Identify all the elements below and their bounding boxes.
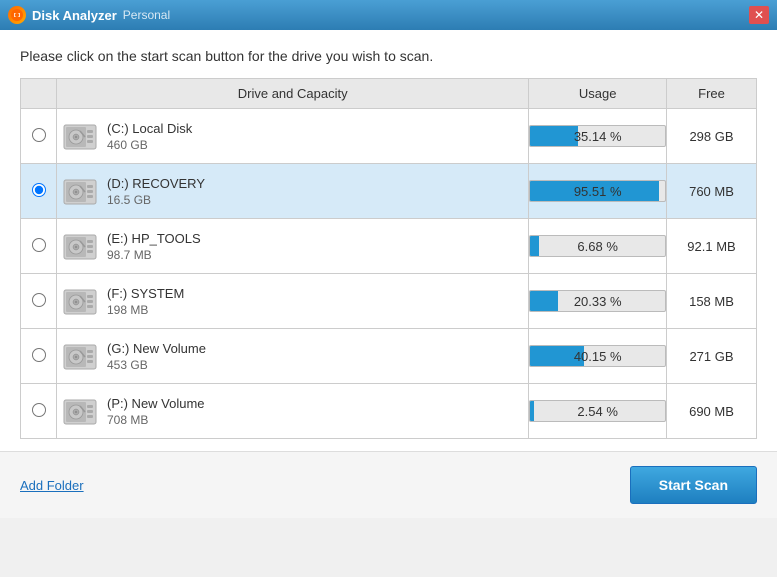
drive-size-d: 16.5 GB [107, 193, 205, 207]
app-icon [8, 6, 26, 24]
drive-name-g: (G:) New Volume [107, 341, 206, 356]
drive-size-c: 460 GB [107, 138, 192, 152]
drive-radio-g[interactable] [32, 348, 46, 362]
free-space-p: 690 MB [667, 384, 757, 439]
drive-icon-g [61, 337, 99, 375]
table-row[interactable]: (C:) Local Disk 460 GB 35.14 %298 GB [21, 109, 757, 164]
usage-label-d: 95.51 % [530, 181, 665, 202]
drive-name-c: (C:) Local Disk [107, 121, 192, 136]
usage-label-g: 40.15 % [530, 346, 665, 367]
drive-icon-p [61, 392, 99, 430]
drive-icon-d [61, 172, 99, 210]
drive-radio-f[interactable] [32, 293, 46, 307]
drive-name-d: (D:) RECOVERY [107, 176, 205, 191]
free-space-c: 298 GB [667, 109, 757, 164]
usage-cell-d: 95.51 % [529, 164, 667, 219]
drive-name-e: (E:) HP_TOOLS [107, 231, 201, 246]
footer: Add Folder Start Scan [0, 451, 777, 518]
drive-name-p: (P:) New Volume [107, 396, 205, 411]
instruction-text: Please click on the start scan button fo… [20, 48, 757, 64]
usage-label-c: 35.14 % [530, 126, 665, 147]
usage-label-p: 2.54 % [530, 401, 665, 422]
main-content: Please click on the start scan button fo… [0, 30, 777, 451]
drive-size-e: 98.7 MB [107, 248, 201, 262]
table-row[interactable]: (F:) SYSTEM 198 MB 20.33 %158 MB [21, 274, 757, 329]
drive-radio-p[interactable] [32, 403, 46, 417]
usage-cell-c: 35.14 % [529, 109, 667, 164]
drive-size-f: 198 MB [107, 303, 184, 317]
title-bar: Disk Analyzer Personal ✕ [0, 0, 777, 30]
usage-label-f: 20.33 % [530, 291, 665, 312]
close-button[interactable]: ✕ [749, 6, 769, 24]
start-scan-button[interactable]: Start Scan [630, 466, 757, 504]
table-row[interactable]: (G:) New Volume 453 GB 40.15 %271 GB [21, 329, 757, 384]
usage-label-e: 6.68 % [530, 236, 665, 257]
usage-cell-p: 2.54 % [529, 384, 667, 439]
table-row[interactable]: (D:) RECOVERY 16.5 GB 95.51 %760 MB [21, 164, 757, 219]
drive-radio-d[interactable] [32, 183, 46, 197]
drive-icon-c [61, 117, 99, 155]
free-space-g: 271 GB [667, 329, 757, 384]
col-header-free: Free [667, 79, 757, 109]
add-folder-button[interactable]: Add Folder [20, 478, 84, 493]
app-subtitle: Personal [123, 8, 170, 22]
drive-icon-f [61, 282, 99, 320]
drive-radio-e[interactable] [32, 238, 46, 252]
free-space-e: 92.1 MB [667, 219, 757, 274]
free-space-f: 158 MB [667, 274, 757, 329]
usage-cell-e: 6.68 % [529, 219, 667, 274]
drive-size-p: 708 MB [107, 413, 205, 427]
drive-icon-e [61, 227, 99, 265]
usage-cell-g: 40.15 % [529, 329, 667, 384]
app-title: Disk Analyzer [32, 8, 117, 23]
col-header-radio [21, 79, 57, 109]
drive-radio-c[interactable] [32, 128, 46, 142]
free-space-d: 760 MB [667, 164, 757, 219]
drive-size-g: 453 GB [107, 358, 206, 372]
col-header-drive: Drive and Capacity [57, 79, 529, 109]
drive-table: Drive and Capacity Usage Free (C:) Local… [20, 78, 757, 439]
drive-name-f: (F:) SYSTEM [107, 286, 184, 301]
col-header-usage: Usage [529, 79, 667, 109]
usage-cell-f: 20.33 % [529, 274, 667, 329]
table-row[interactable]: (P:) New Volume 708 MB 2.54 %690 MB [21, 384, 757, 439]
table-row[interactable]: (E:) HP_TOOLS 98.7 MB 6.68 %92.1 MB [21, 219, 757, 274]
